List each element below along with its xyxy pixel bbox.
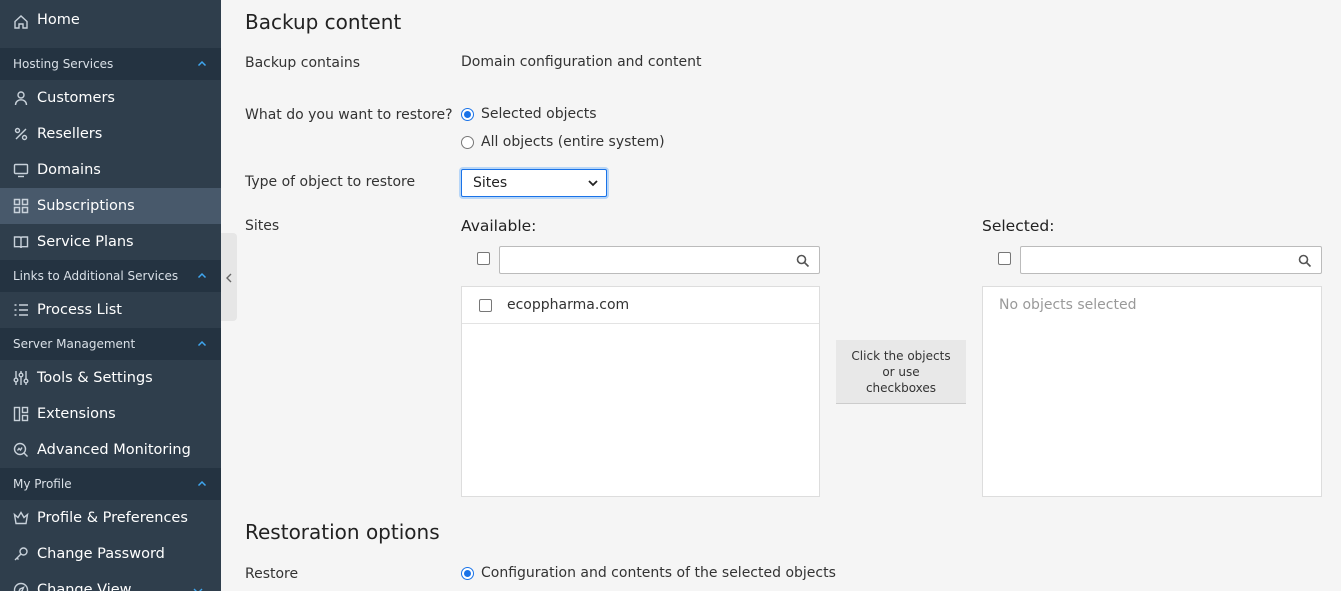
section-server-management[interactable]: Server Management bbox=[0, 328, 221, 360]
monitor-icon bbox=[12, 161, 30, 179]
sidebar-item-label: Subscriptions bbox=[37, 198, 135, 214]
chevron-down-icon bbox=[588, 175, 598, 191]
sidebar-item-subscriptions[interactable]: Subscriptions bbox=[0, 188, 221, 224]
section-title: Links to Additional Services bbox=[13, 269, 179, 283]
sliders-icon bbox=[12, 369, 30, 387]
radio-label: All objects (entire system) bbox=[481, 134, 665, 150]
restoration-options-heading: Restoration options bbox=[245, 520, 440, 544]
object-type-select[interactable]: Sites bbox=[461, 169, 607, 197]
home-icon bbox=[12, 13, 30, 31]
sidebar-item-home[interactable]: Home bbox=[0, 0, 221, 48]
search-icon bbox=[796, 253, 810, 268]
sidebar-item-label: Change View bbox=[37, 582, 132, 591]
chevron-up-icon bbox=[197, 271, 207, 281]
sidebar-item-label: Home bbox=[37, 12, 80, 28]
section-hosting-services[interactable]: Hosting Services bbox=[0, 48, 221, 80]
available-search-input[interactable] bbox=[499, 246, 820, 274]
available-list: ecoppharma.com bbox=[461, 286, 820, 497]
selected-search-input[interactable] bbox=[1020, 246, 1322, 274]
radio-label: Configuration and contents of the select… bbox=[481, 565, 836, 581]
sidebar-item-tools-settings[interactable]: Tools & Settings bbox=[0, 360, 221, 396]
sidebar-item-label: Process List bbox=[37, 302, 122, 318]
sidebar-item-label: Extensions bbox=[37, 406, 116, 422]
list-item[interactable]: ecoppharma.com bbox=[462, 287, 819, 324]
restore-what-label: What do you want to restore? bbox=[245, 107, 453, 123]
sidebar-item-label: Domains bbox=[37, 162, 101, 178]
monitoring-icon bbox=[12, 441, 30, 459]
object-type-label: Type of object to restore bbox=[245, 174, 416, 190]
sidebar-item-extensions[interactable]: Extensions bbox=[0, 396, 221, 432]
available-select-all-checkbox[interactable] bbox=[477, 252, 490, 265]
section-my-profile[interactable]: My Profile bbox=[0, 468, 221, 500]
sidebar-item-process-list[interactable]: Process List bbox=[0, 292, 221, 328]
search-icon bbox=[1298, 253, 1312, 268]
select-value: Sites bbox=[473, 175, 508, 191]
sidebar-item-label: Tools & Settings bbox=[37, 370, 153, 386]
chevron-up-icon bbox=[197, 479, 207, 489]
backup-contains-label: Backup contains bbox=[245, 55, 361, 71]
sidebar-item-label: Change Password bbox=[37, 546, 165, 562]
selected-select-all-checkbox[interactable] bbox=[998, 252, 1011, 265]
radio-label: Selected objects bbox=[481, 106, 597, 122]
sidebar-item-change-view[interactable]: Change View bbox=[0, 572, 221, 591]
sidebar-item-service-plans[interactable]: Service Plans bbox=[0, 224, 221, 260]
chevron-up-icon bbox=[197, 339, 207, 349]
empty-selection-text: No objects selected bbox=[999, 297, 1137, 313]
backup-contains-value: Domain configuration and content bbox=[461, 54, 702, 70]
extensions-icon bbox=[12, 405, 30, 423]
sidebar-item-advanced-monitoring[interactable]: Advanced Monitoring bbox=[0, 432, 221, 468]
sidebar-item-customers[interactable]: Customers bbox=[0, 80, 221, 116]
section-title: My Profile bbox=[13, 477, 72, 491]
radio-dot bbox=[461, 135, 474, 149]
book-icon bbox=[12, 233, 30, 251]
key-icon bbox=[12, 545, 30, 563]
sidebar-item-label: Customers bbox=[37, 90, 115, 106]
radio-all-objects[interactable]: All objects (entire system) bbox=[461, 134, 665, 150]
compass-icon bbox=[12, 581, 30, 591]
sidebar-item-label: Resellers bbox=[37, 126, 103, 142]
available-title: Available: bbox=[461, 217, 537, 235]
selected-list: No objects selected bbox=[982, 286, 1322, 497]
sidebar-item-domains[interactable]: Domains bbox=[0, 152, 221, 188]
sites-label: Sites bbox=[245, 218, 280, 234]
chevron-up-icon bbox=[197, 59, 207, 69]
sidebar-item-label: Profile & Preferences bbox=[37, 510, 188, 526]
list-icon bbox=[12, 301, 30, 319]
radio-selected-objects[interactable]: Selected objects bbox=[461, 106, 597, 122]
main-content: Backup content Backup contains Domain co… bbox=[221, 0, 1341, 591]
crown-icon bbox=[12, 509, 30, 527]
section-title: Server Management bbox=[13, 337, 136, 351]
backup-content-heading: Backup content bbox=[245, 10, 402, 34]
sidebar: Home Hosting Services Customers Reseller… bbox=[0, 0, 221, 591]
percent-icon bbox=[12, 125, 30, 143]
section-title: Hosting Services bbox=[13, 57, 114, 71]
selected-title: Selected: bbox=[982, 217, 1055, 235]
radio-restore-config-contents[interactable]: Configuration and contents of the select… bbox=[461, 565, 836, 581]
radio-dot bbox=[461, 107, 474, 121]
grid-icon bbox=[12, 197, 30, 215]
sidebar-item-profile-preferences[interactable]: Profile & Preferences bbox=[0, 500, 221, 536]
section-links-additional-services[interactable]: Links to Additional Services bbox=[0, 260, 221, 292]
sidebar-item-label: Advanced Monitoring bbox=[37, 442, 191, 458]
restore-label: Restore bbox=[245, 566, 299, 582]
item-checkbox[interactable] bbox=[479, 298, 492, 312]
move-objects-button[interactable]: Click the objects or use checkboxes bbox=[836, 340, 966, 404]
sidebar-item-change-password[interactable]: Change Password bbox=[0, 536, 221, 572]
sidebar-item-resellers[interactable]: Resellers bbox=[0, 116, 221, 152]
user-icon bbox=[12, 89, 30, 107]
sidebar-item-label: Service Plans bbox=[37, 234, 134, 250]
close-icon[interactable] bbox=[193, 586, 203, 591]
item-label: ecoppharma.com bbox=[507, 297, 630, 313]
radio-dot bbox=[461, 566, 474, 580]
